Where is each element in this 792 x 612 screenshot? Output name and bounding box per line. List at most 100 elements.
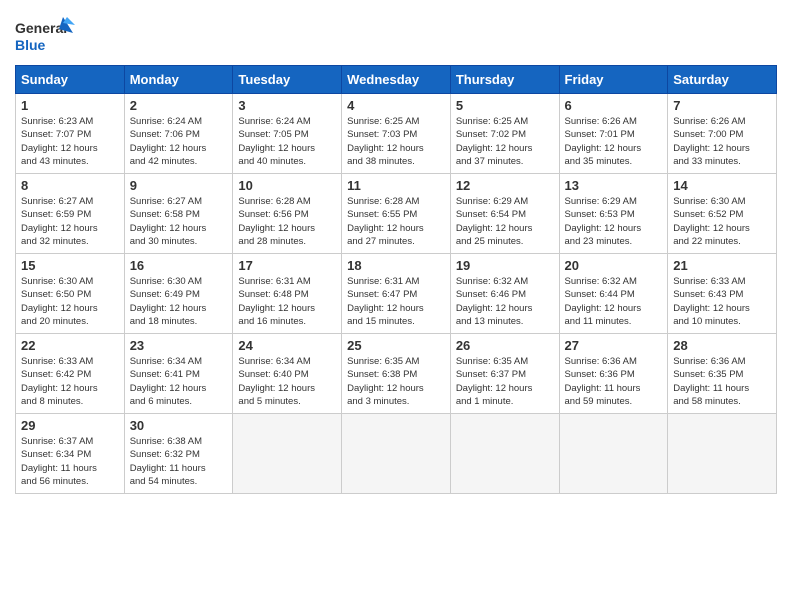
calendar-cell: 15 Sunrise: 6:30 AMSunset: 6:50 PMDayligh…: [16, 254, 125, 334]
calendar-cell: [559, 414, 668, 494]
day-info: Sunrise: 6:35 AMSunset: 6:38 PMDaylight:…: [347, 355, 445, 408]
day-info: Sunrise: 6:27 AMSunset: 6:59 PMDaylight:…: [21, 195, 119, 248]
day-info: Sunrise: 6:24 AMSunset: 7:06 PMDaylight:…: [130, 115, 228, 168]
calendar-week-row: 22 Sunrise: 6:33 AMSunset: 6:42 PMDayligh…: [16, 334, 777, 414]
day-number: 30: [130, 418, 228, 433]
day-number: 3: [238, 98, 336, 113]
calendar-cell: [668, 414, 777, 494]
day-number: 24: [238, 338, 336, 353]
calendar-cell: 1 Sunrise: 6:23 AMSunset: 7:07 PMDaylight…: [16, 94, 125, 174]
day-number: 18: [347, 258, 445, 273]
day-number: 4: [347, 98, 445, 113]
day-number: 27: [565, 338, 663, 353]
day-info: Sunrise: 6:33 AMSunset: 6:42 PMDaylight:…: [21, 355, 119, 408]
day-number: 6: [565, 98, 663, 113]
weekday-header: Friday: [559, 66, 668, 94]
day-info: Sunrise: 6:29 AMSunset: 6:53 PMDaylight:…: [565, 195, 663, 248]
day-number: 22: [21, 338, 119, 353]
day-info: Sunrise: 6:32 AMSunset: 6:46 PMDaylight:…: [456, 275, 554, 328]
calendar-cell: 7 Sunrise: 6:26 AMSunset: 7:00 PMDaylight…: [668, 94, 777, 174]
day-info: Sunrise: 6:33 AMSunset: 6:43 PMDaylight:…: [673, 275, 771, 328]
day-info: Sunrise: 6:34 AMSunset: 6:40 PMDaylight:…: [238, 355, 336, 408]
calendar-cell: 3 Sunrise: 6:24 AMSunset: 7:05 PMDaylight…: [233, 94, 342, 174]
calendar-cell: 14 Sunrise: 6:30 AMSunset: 6:52 PMDayligh…: [668, 174, 777, 254]
calendar-week-row: 1 Sunrise: 6:23 AMSunset: 7:07 PMDaylight…: [16, 94, 777, 174]
day-number: 23: [130, 338, 228, 353]
day-number: 21: [673, 258, 771, 273]
calendar-week-row: 8 Sunrise: 6:27 AMSunset: 6:59 PMDaylight…: [16, 174, 777, 254]
day-info: Sunrise: 6:28 AMSunset: 6:56 PMDaylight:…: [238, 195, 336, 248]
calendar-cell: 16Sunrise: 6:30 AMSunset: 6:49 PMDayligh…: [124, 254, 233, 334]
calendar-cell: 10 Sunrise: 6:28 AMSunset: 6:56 PMDayligh…: [233, 174, 342, 254]
day-info: Sunrise: 6:36 AMSunset: 6:36 PMDaylight:…: [565, 355, 663, 408]
calendar-cell: 11Sunrise: 6:28 AMSunset: 6:55 PMDayligh…: [342, 174, 451, 254]
weekday-header: Sunday: [16, 66, 125, 94]
day-info: Sunrise: 6:24 AMSunset: 7:05 PMDaylight:…: [238, 115, 336, 168]
day-info: Sunrise: 6:26 AMSunset: 7:01 PMDaylight:…: [565, 115, 663, 168]
calendar-cell: 13 Sunrise: 6:29 AMSunset: 6:53 PMDayligh…: [559, 174, 668, 254]
calendar-cell: 21 Sunrise: 6:33 AMSunset: 6:43 PMDayligh…: [668, 254, 777, 334]
calendar-cell: 2 Sunrise: 6:24 AMSunset: 7:06 PMDaylight…: [124, 94, 233, 174]
day-info: Sunrise: 6:30 AMSunset: 6:52 PMDaylight:…: [673, 195, 771, 248]
day-number: 8: [21, 178, 119, 193]
day-info: Sunrise: 6:36 AMSunset: 6:35 PMDaylight:…: [673, 355, 771, 408]
day-number: 10: [238, 178, 336, 193]
weekday-header: Thursday: [450, 66, 559, 94]
weekday-header: Tuesday: [233, 66, 342, 94]
day-info: Sunrise: 6:25 AMSunset: 7:03 PMDaylight:…: [347, 115, 445, 168]
calendar-cell: 25 Sunrise: 6:35 AMSunset: 6:38 PMDayligh…: [342, 334, 451, 414]
day-info: Sunrise: 6:34 AMSunset: 6:41 PMDaylight:…: [130, 355, 228, 408]
calendar-cell: [233, 414, 342, 494]
day-number: 11: [347, 178, 445, 193]
calendar-week-row: 15 Sunrise: 6:30 AMSunset: 6:50 PMDayligh…: [16, 254, 777, 334]
day-info: Sunrise: 6:23 AMSunset: 7:07 PMDaylight:…: [21, 115, 119, 168]
calendar-cell: [450, 414, 559, 494]
day-number: 28: [673, 338, 771, 353]
day-number: 19: [456, 258, 554, 273]
svg-text:General: General: [15, 20, 67, 36]
day-number: 2: [130, 98, 228, 113]
day-info: Sunrise: 6:35 AMSunset: 6:37 PMDaylight:…: [456, 355, 554, 408]
calendar-cell: 5 Sunrise: 6:25 AMSunset: 7:02 PMDaylight…: [450, 94, 559, 174]
calendar-header-row: SundayMondayTuesdayWednesdayThursdayFrid…: [16, 66, 777, 94]
day-number: 15: [21, 258, 119, 273]
day-info: Sunrise: 6:31 AMSunset: 6:47 PMDaylight:…: [347, 275, 445, 328]
day-info: Sunrise: 6:37 AMSunset: 6:34 PMDaylight:…: [21, 435, 119, 488]
day-info: Sunrise: 6:32 AMSunset: 6:44 PMDaylight:…: [565, 275, 663, 328]
day-number: 16: [130, 258, 228, 273]
day-info: Sunrise: 6:29 AMSunset: 6:54 PMDaylight:…: [456, 195, 554, 248]
day-info: Sunrise: 6:38 AMSunset: 6:32 PMDaylight:…: [130, 435, 228, 488]
day-info: Sunrise: 6:31 AMSunset: 6:48 PMDaylight:…: [238, 275, 336, 328]
calendar-cell: 6 Sunrise: 6:26 AMSunset: 7:01 PMDaylight…: [559, 94, 668, 174]
page-header: GeneralBlue: [15, 15, 777, 55]
day-info: Sunrise: 6:25 AMSunset: 7:02 PMDaylight:…: [456, 115, 554, 168]
calendar-cell: 17Sunrise: 6:31 AMSunset: 6:48 PMDayligh…: [233, 254, 342, 334]
svg-text:Blue: Blue: [15, 37, 46, 53]
day-number: 12: [456, 178, 554, 193]
calendar-cell: 19 Sunrise: 6:32 AMSunset: 6:46 PMDayligh…: [450, 254, 559, 334]
calendar-cell: 26 Sunrise: 6:35 AMSunset: 6:37 PMDayligh…: [450, 334, 559, 414]
calendar-cell: 20 Sunrise: 6:32 AMSunset: 6:44 PMDayligh…: [559, 254, 668, 334]
calendar-cell: 12 Sunrise: 6:29 AMSunset: 6:54 PMDayligh…: [450, 174, 559, 254]
day-info: Sunrise: 6:30 AMSunset: 6:50 PMDaylight:…: [21, 275, 119, 328]
day-number: 20: [565, 258, 663, 273]
calendar-cell: 30 Sunrise: 6:38 AMSunset: 6:32 PMDayligh…: [124, 414, 233, 494]
logo-icon: GeneralBlue: [15, 15, 75, 55]
calendar-cell: 9Sunrise: 6:27 AMSunset: 6:58 PMDaylight…: [124, 174, 233, 254]
day-number: 7: [673, 98, 771, 113]
calendar-cell: 28 Sunrise: 6:36 AMSunset: 6:35 PMDayligh…: [668, 334, 777, 414]
day-info: Sunrise: 6:26 AMSunset: 7:00 PMDaylight:…: [673, 115, 771, 168]
logo: GeneralBlue: [15, 15, 75, 55]
calendar-cell: 22 Sunrise: 6:33 AMSunset: 6:42 PMDayligh…: [16, 334, 125, 414]
day-number: 25: [347, 338, 445, 353]
day-number: 29: [21, 418, 119, 433]
day-number: 26: [456, 338, 554, 353]
calendar-cell: 18 Sunrise: 6:31 AMSunset: 6:47 PMDayligh…: [342, 254, 451, 334]
calendar-table: SundayMondayTuesdayWednesdayThursdayFrid…: [15, 65, 777, 494]
day-number: 5: [456, 98, 554, 113]
day-number: 13: [565, 178, 663, 193]
calendar-cell: 27 Sunrise: 6:36 AMSunset: 6:36 PMDayligh…: [559, 334, 668, 414]
day-number: 1: [21, 98, 119, 113]
day-number: 14: [673, 178, 771, 193]
weekday-header: Monday: [124, 66, 233, 94]
